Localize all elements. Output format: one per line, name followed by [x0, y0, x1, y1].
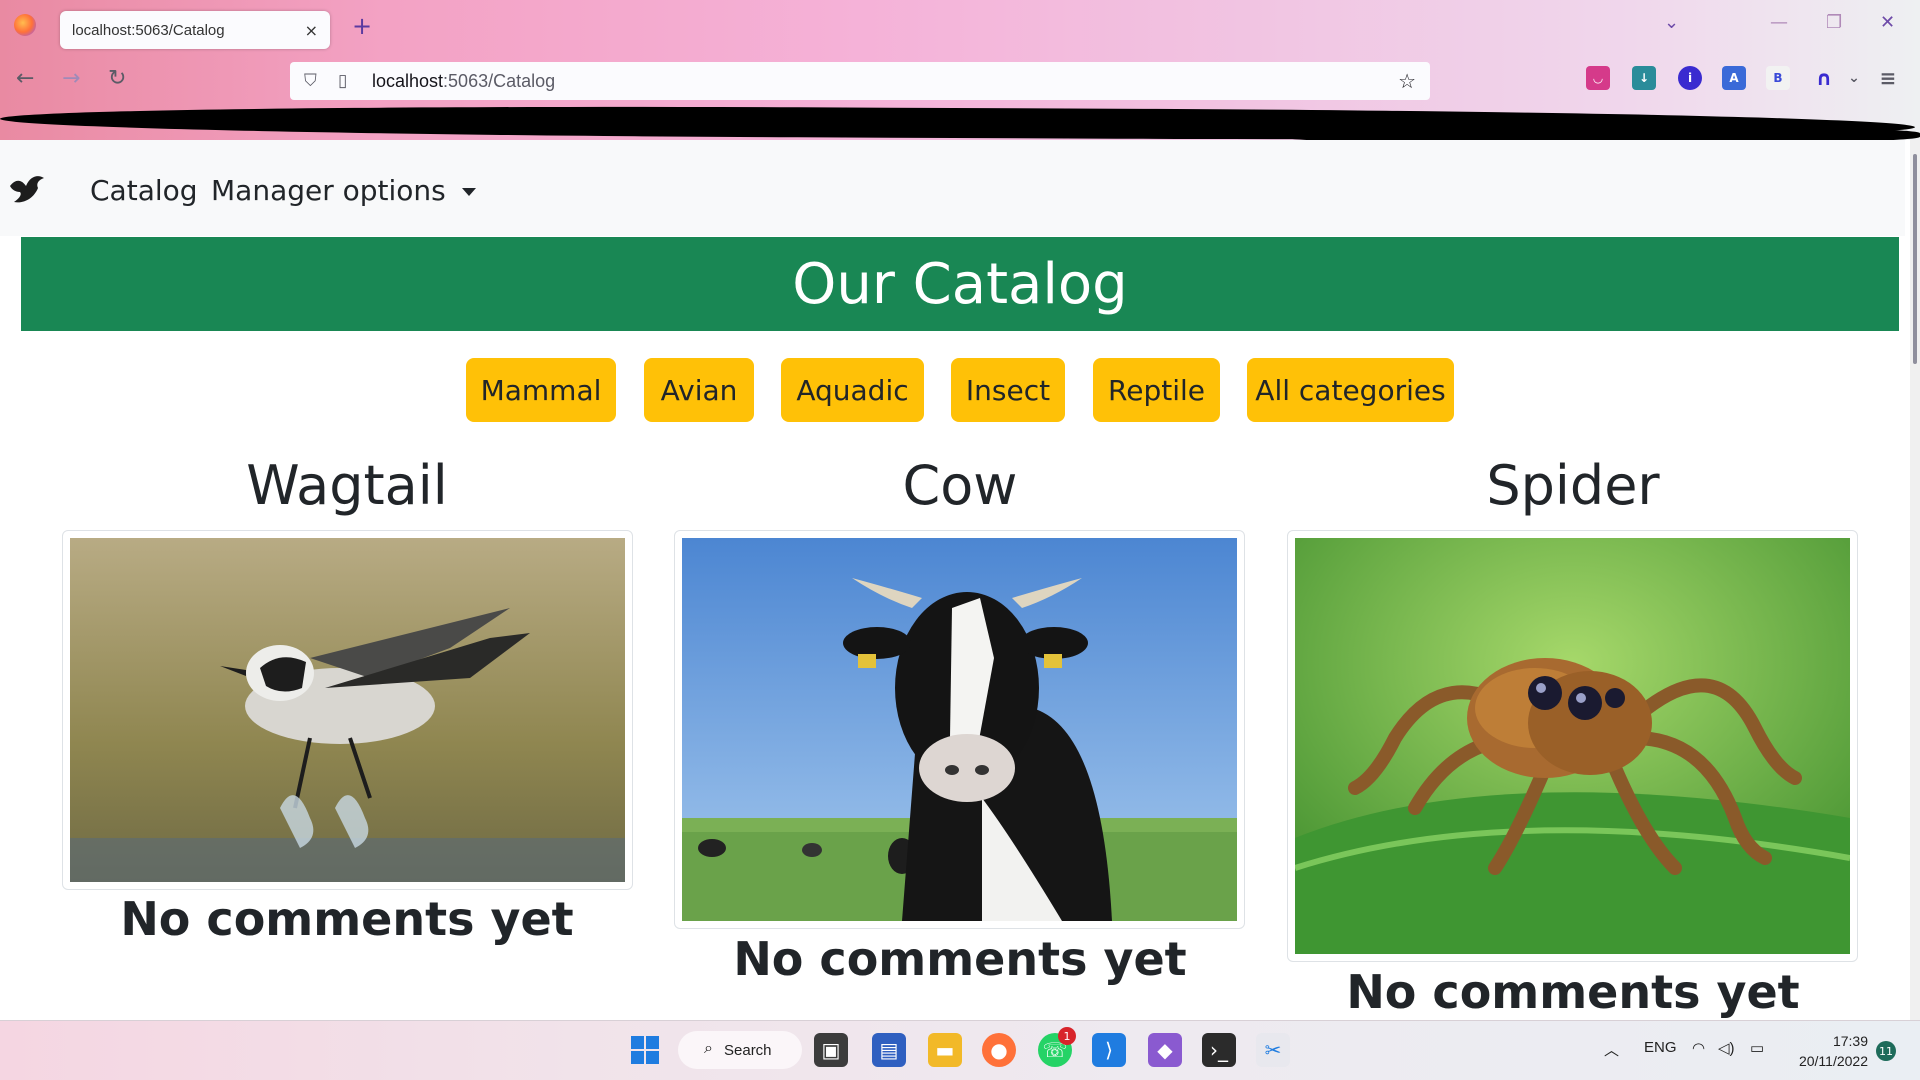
browser-chrome: localhost:5063/Catalog × + ⌄ — ❐ ✕ ← → ↻…: [0, 0, 1920, 144]
notification-badge[interactable]: 11: [1876, 1041, 1896, 1061]
card-title-wagtail: Wagtail: [246, 454, 448, 517]
file-explorer-icon[interactable]: ▬: [928, 1033, 962, 1067]
language-indicator[interactable]: ENG: [1644, 1039, 1677, 1056]
show-hidden-icons-icon[interactable]: ︿: [1604, 1039, 1619, 1060]
navbar: Catalog Manager options: [0, 140, 1905, 236]
card-title-spider: Spider: [1486, 454, 1660, 517]
page-title: Our Catalog: [792, 251, 1128, 317]
firefox-taskbar-icon[interactable]: ●: [982, 1033, 1016, 1067]
spider-image[interactable]: [1295, 538, 1850, 954]
snipping-tool-icon[interactable]: ✂: [1256, 1033, 1290, 1067]
url-path: :5063/Catalog: [443, 70, 556, 91]
caret-down-icon: [461, 188, 476, 196]
info-extension-icon[interactable]: i: [1678, 66, 1702, 90]
minimize-icon[interactable]: —: [1770, 12, 1788, 33]
windows-taskbar: ⌕ Search ▣ ▤ ▬ ● ☏ 1 ⟩ ◆ ›_ ✂ ︿ ENG ◠ ◁)…: [0, 1020, 1920, 1080]
category-button-reptile[interactable]: Reptile: [1093, 358, 1220, 422]
translate-icon[interactable]: A: [1722, 66, 1746, 90]
pocket-icon[interactable]: ◡: [1586, 66, 1610, 90]
volume-icon[interactable]: ◁): [1718, 1039, 1735, 1057]
comments-wagtail: No comments yet: [120, 892, 574, 946]
battery-icon[interactable]: ▭: [1750, 1039, 1764, 1057]
hero-banner: Our Catalog: [21, 237, 1899, 331]
category-button-mammal[interactable]: Mammal: [466, 358, 616, 422]
whatsapp-badge: 1: [1058, 1027, 1076, 1045]
category-button-avian[interactable]: Avian: [644, 358, 754, 422]
terminal-icon[interactable]: ›_: [1202, 1033, 1236, 1067]
page-icon: ▯: [338, 71, 348, 90]
extensions-chevron-icon[interactable]: ⌄: [1842, 66, 1866, 90]
taskbar-search-label: Search: [724, 1041, 772, 1059]
wagtail-image[interactable]: [70, 538, 625, 882]
scrollbar-thumb[interactable]: [1913, 154, 1917, 364]
page-viewport: Catalog Manager options Our Catalog Mamm…: [0, 140, 1920, 1020]
manager-options-label: Manager options: [211, 174, 446, 207]
nav-catalog-link[interactable]: Catalog: [90, 174, 198, 207]
animal-image-frame[interactable]: [62, 530, 633, 890]
start-icon[interactable]: [628, 1033, 662, 1067]
animal-image-frame[interactable]: [674, 530, 1245, 929]
browser-tab[interactable]: localhost:5063/Catalog ×: [60, 11, 330, 49]
restore-icon[interactable]: ❐: [1826, 12, 1842, 33]
download-icon[interactable]: ↓: [1632, 66, 1656, 90]
tab-close-icon[interactable]: ×: [305, 21, 318, 40]
category-filter-bar: Mammal Avian Aquadic Insect Reptile All …: [0, 358, 1920, 422]
forward-icon[interactable]: →: [62, 66, 80, 91]
tab-title: localhost:5063/Catalog: [72, 21, 225, 39]
card-title-cow: Cow: [902, 454, 1018, 517]
animal-image-frame[interactable]: [1287, 530, 1858, 962]
wifi-icon[interactable]: ◠: [1692, 1039, 1705, 1057]
clock-date: 20/11/2022: [1798, 1053, 1868, 1069]
url-host: localhost: [372, 70, 444, 91]
search-icon: ⌕: [704, 1040, 713, 1057]
bookmark-star-icon[interactable]: ☆: [1398, 69, 1416, 94]
nav-manager-options-dropdown[interactable]: Manager options: [211, 174, 476, 207]
clock-time: 17:39: [1832, 1033, 1868, 1049]
page-scrollbar[interactable]: [1910, 140, 1920, 1020]
cow-image[interactable]: [682, 538, 1237, 921]
back-icon[interactable]: ←: [16, 66, 34, 91]
menu-icon[interactable]: ≡: [1876, 66, 1900, 90]
headphones-icon[interactable]: ∩: [1812, 66, 1836, 90]
taskbar-search[interactable]: ⌕ Search: [678, 1031, 802, 1069]
list-all-tabs-icon[interactable]: ⌄: [1664, 12, 1679, 33]
vscode-icon[interactable]: ⟩: [1092, 1033, 1126, 1067]
reload-icon[interactable]: ↻: [108, 66, 126, 91]
clock[interactable]: 17:39 20/11/2022: [1792, 1031, 1868, 1071]
comments-spider: No comments yet: [1346, 965, 1800, 1019]
store-icon[interactable]: ▤: [872, 1033, 906, 1067]
bird-logo-icon[interactable]: [8, 172, 44, 208]
category-button-aquadic[interactable]: Aquadic: [781, 358, 924, 422]
task-view-icon[interactable]: ▣: [814, 1033, 848, 1067]
category-button-all[interactable]: All categories: [1247, 358, 1454, 422]
new-tab-button[interactable]: +: [352, 12, 372, 40]
shield-icon[interactable]: ⛉: [304, 71, 324, 91]
window-close-icon[interactable]: ✕: [1880, 12, 1895, 33]
visual-studio-icon[interactable]: ◆: [1148, 1033, 1182, 1067]
b-extension-icon[interactable]: B: [1766, 66, 1790, 90]
comments-cow: No comments yet: [733, 932, 1187, 986]
url-bar[interactable]: ⛉ ▯ localhost:5063/Catalog ☆: [290, 62, 1430, 100]
firefox-icon: [14, 14, 36, 36]
category-button-insect[interactable]: Insect: [951, 358, 1065, 422]
